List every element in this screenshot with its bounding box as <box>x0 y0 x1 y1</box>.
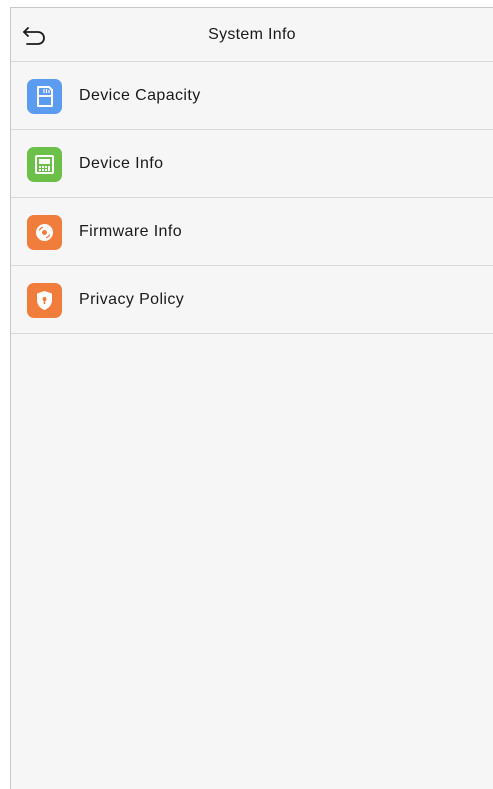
menu-item-firmware-info[interactable]: Firmware Info <box>11 198 493 266</box>
menu-item-label: Privacy Policy <box>79 291 185 308</box>
page-title: System Info <box>208 26 296 43</box>
menu-item-device-info[interactable]: Device Info <box>11 130 493 198</box>
menu-item-label: Device Capacity <box>79 87 201 104</box>
header-bar: System Info <box>11 8 493 62</box>
menu-item-privacy-policy[interactable]: Privacy Policy <box>11 266 493 334</box>
sd-card-icon <box>27 79 62 114</box>
disc-icon <box>27 215 62 250</box>
shield-icon <box>27 283 62 318</box>
menu-item-label: Device Info <box>79 155 164 172</box>
menu-item-device-capacity[interactable]: Device Capacity <box>11 62 493 130</box>
device-icon <box>27 147 62 182</box>
menu-item-label: Firmware Info <box>79 223 182 240</box>
system-info-menu: Device Capacity Device Info Firmware Inf… <box>11 62 493 334</box>
system-info-screen: System Info Device Capacity Device Info … <box>10 7 493 789</box>
